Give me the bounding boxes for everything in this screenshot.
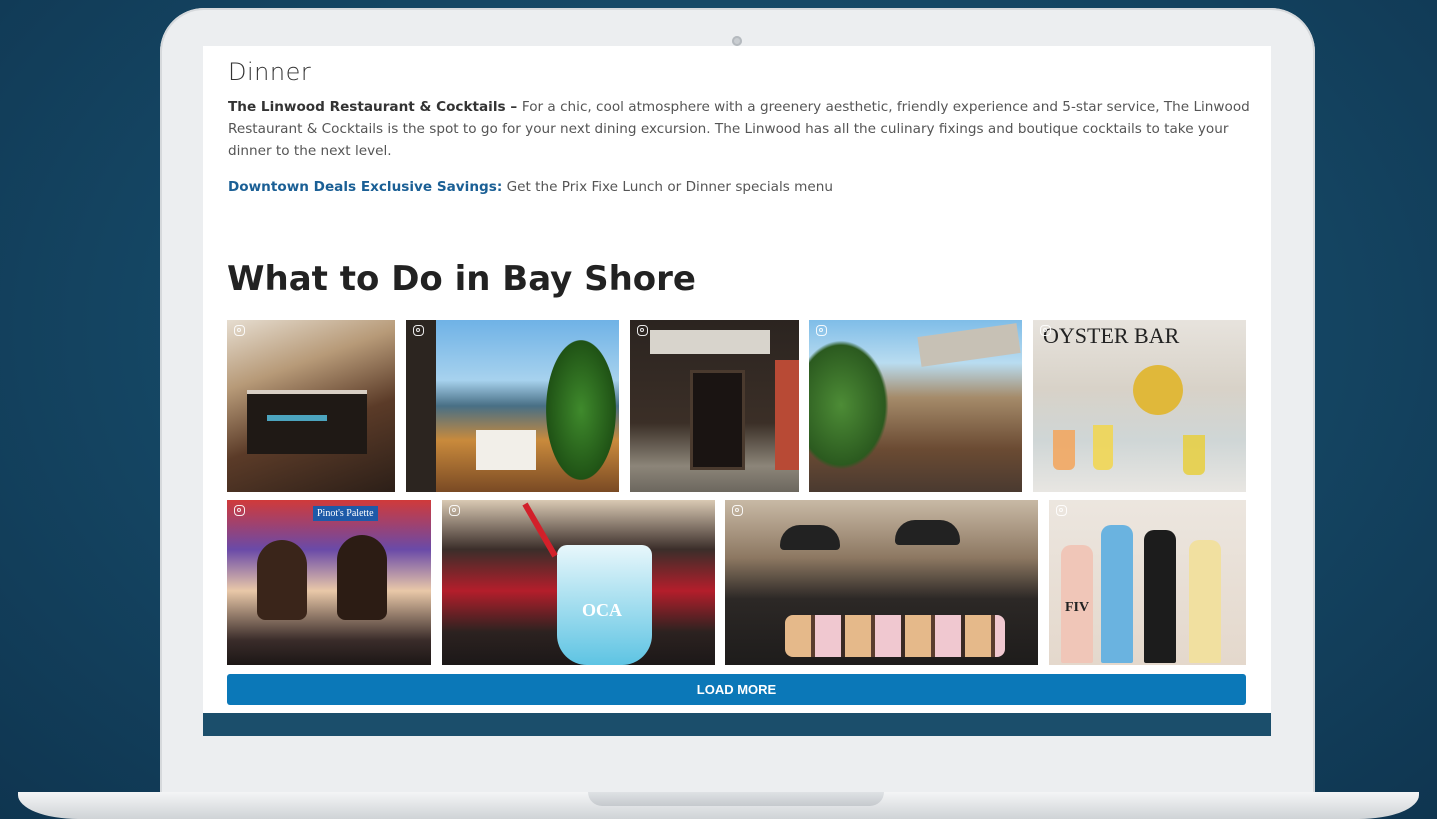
instagram-tile-outdoor-patio[interactable] [809, 320, 1022, 492]
instagram-icon [449, 505, 460, 516]
pinot-palette-sign: Pinot's Palette [313, 506, 378, 521]
instagram-icon [413, 325, 424, 336]
wine-label: FIV [1065, 600, 1090, 615]
oyster-bar-sign: OYSTER BAR [1043, 323, 1180, 348]
instagram-tile-oyster-bar-cocktails[interactable]: OYSTER BAR [1033, 320, 1246, 492]
load-more-button[interactable]: LOAD MORE [227, 674, 1246, 705]
section-title: What to Do in Bay Shore [227, 259, 696, 299]
deals-text: Get the Prix Fixe Lunch or Dinner specia… [502, 179, 833, 195]
instagram-tile-milkshake[interactable]: OCA [442, 500, 715, 665]
instagram-tile-waterfront-dining[interactable] [406, 320, 619, 492]
instagram-tile-wine-bottles[interactable]: FIV [1049, 500, 1246, 665]
screen: Dinner The Linwood Restaurant & Cocktail… [203, 46, 1271, 736]
site-footer-bar [203, 713, 1271, 736]
laptop-notch [588, 792, 884, 806]
instagram-icon [816, 325, 827, 336]
restaurant-description: The Linwood Restaurant & Cocktails – For… [228, 96, 1253, 162]
instagram-tile-pinot-painting[interactable]: Pinot's Palette [227, 500, 431, 665]
deals-label[interactable]: Downtown Deals Exclusive Savings: [228, 179, 502, 195]
instagram-icon [732, 505, 743, 516]
instagram-icon [1040, 325, 1051, 336]
milkshake-cup-logo: OCA [582, 600, 622, 620]
restaurant-name: The Linwood Restaurant & Cocktails – [228, 99, 522, 115]
instagram-icon [1056, 505, 1067, 516]
instagram-tile-donut-tray[interactable] [725, 500, 1038, 665]
instagram-icon [637, 325, 648, 336]
dinner-heading: Dinner [228, 58, 312, 86]
instagram-icon [234, 325, 245, 336]
deals-line: Downtown Deals Exclusive Savings: Get th… [228, 179, 833, 195]
webcam-icon [732, 36, 742, 46]
instagram-icon [234, 505, 245, 516]
instagram-tile-bar-interior[interactable] [227, 320, 395, 492]
instagram-tile-boutique-storefront[interactable] [630, 320, 799, 492]
